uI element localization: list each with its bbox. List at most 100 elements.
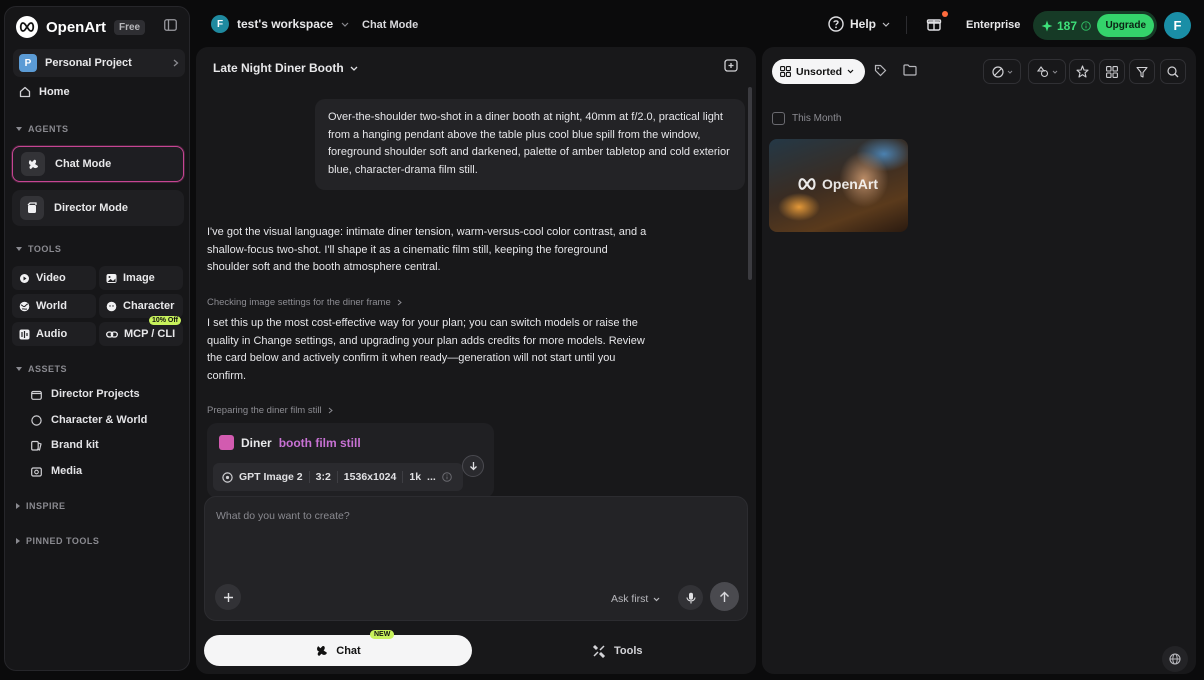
sidebar-item-home[interactable]: Home bbox=[19, 86, 70, 98]
home-icon bbox=[19, 86, 31, 98]
sidebar-item-director-projects[interactable]: Director Projects bbox=[31, 388, 140, 400]
tab-tools[interactable]: Tools bbox=[592, 644, 643, 658]
pinned-tools-section-header[interactable]: PINNED TOOLS bbox=[16, 536, 99, 546]
header-divider bbox=[906, 16, 907, 34]
sidebar: OpenArt Free P Personal Project Home AGE… bbox=[4, 6, 190, 671]
director-projects-label: Director Projects bbox=[51, 388, 140, 400]
filter-button[interactable] bbox=[1129, 59, 1155, 84]
chat-scrollbar[interactable] bbox=[748, 87, 752, 280]
tool-image-label: Image bbox=[123, 272, 155, 284]
tool-character[interactable]: Character bbox=[99, 294, 183, 318]
caret-right-icon bbox=[16, 503, 20, 509]
separator bbox=[308, 471, 310, 483]
shapes-icon bbox=[1036, 65, 1049, 78]
assets-heading: ASSETS bbox=[28, 364, 68, 374]
tool-mcp-cli[interactable]: MCP / CLI 10% Off bbox=[99, 316, 183, 346]
tool-world-label: World bbox=[36, 300, 67, 312]
chevron-right-icon bbox=[328, 407, 333, 414]
credits-pill[interactable]: 187 Upgrade bbox=[1033, 11, 1157, 40]
brand-kit-icon bbox=[31, 440, 42, 451]
microphone-icon[interactable] bbox=[678, 585, 703, 610]
sort-dropdown[interactable]: Unsorted bbox=[772, 59, 865, 84]
prompt-input[interactable]: What do you want to create? bbox=[216, 510, 350, 522]
breadcrumb: Chat Mode bbox=[362, 19, 419, 31]
grid-view-button[interactable] bbox=[1099, 59, 1125, 84]
sidebar-item-director-mode[interactable]: Director Mode bbox=[12, 190, 184, 226]
media-label: Media bbox=[51, 465, 83, 477]
user-avatar[interactable]: F bbox=[1164, 12, 1191, 39]
new-chat-icon[interactable] bbox=[724, 59, 738, 73]
sidebar-item-chat-mode[interactable]: Chat Mode bbox=[12, 146, 184, 182]
folder-icon[interactable] bbox=[903, 64, 917, 76]
tools-heading: TOOLS bbox=[28, 244, 62, 254]
brand-kit-label: Brand kit bbox=[51, 439, 99, 451]
step-indicator[interactable]: Preparing the diner film still bbox=[207, 405, 333, 416]
audio-icon bbox=[19, 329, 30, 340]
chat-title-dropdown[interactable]: Late Night Diner Booth bbox=[213, 61, 358, 75]
tag-icon[interactable] bbox=[874, 64, 887, 77]
step-indicator[interactable]: Checking image settings for the diner fr… bbox=[207, 297, 402, 308]
watermark-text: OpenArt bbox=[822, 176, 878, 192]
chat-mode-icon bbox=[315, 644, 329, 658]
select-all-checkbox[interactable] bbox=[772, 112, 785, 125]
chevron-down-icon bbox=[350, 66, 358, 71]
scroll-down-icon[interactable] bbox=[462, 455, 484, 477]
chevron-right-icon bbox=[173, 59, 179, 67]
director-mode-label: Director Mode bbox=[54, 202, 128, 214]
tool-audio[interactable]: Audio bbox=[12, 322, 96, 346]
chevron-down-icon bbox=[847, 69, 854, 74]
generation-card[interactable]: Diner booth film still GPT Image 2 3:2 15… bbox=[207, 423, 494, 498]
inspire-section-header[interactable]: INSPIRE bbox=[16, 501, 66, 511]
sidebar-item-media[interactable]: Media bbox=[31, 465, 82, 477]
openart-logo-icon bbox=[16, 16, 38, 38]
enterprise-link[interactable]: Enterprise bbox=[966, 19, 1020, 31]
add-attachment-button[interactable] bbox=[215, 584, 241, 610]
new-badge: NEW bbox=[370, 630, 395, 639]
agents-section-header[interactable]: AGENTS bbox=[16, 124, 69, 134]
caret-down-icon bbox=[16, 247, 22, 251]
tab-chat[interactable]: Chat NEW bbox=[204, 630, 472, 666]
ask-first-label: Ask first bbox=[611, 593, 649, 605]
project-label: Personal Project bbox=[45, 57, 132, 69]
chevron-down-icon bbox=[1007, 70, 1013, 74]
card-count: 1k bbox=[409, 471, 422, 483]
workspace-avatar: F bbox=[211, 15, 229, 33]
chevron-down-icon bbox=[341, 22, 349, 27]
brand[interactable]: OpenArt Free bbox=[16, 16, 146, 38]
card-settings[interactable]: GPT Image 2 3:2 1536x1024 1k ... bbox=[213, 463, 463, 491]
tool-video[interactable]: Video bbox=[12, 266, 96, 290]
filter-type-dropdown[interactable] bbox=[1028, 59, 1066, 84]
tool-image[interactable]: Image bbox=[99, 266, 183, 290]
ask-first-dropdown[interactable]: Ask first bbox=[611, 593, 660, 605]
tool-world[interactable]: World bbox=[12, 294, 96, 318]
sidebar-item-brand-kit[interactable]: Brand kit bbox=[31, 439, 99, 451]
circle-icon bbox=[31, 414, 42, 426]
send-arrow-icon[interactable] bbox=[710, 582, 739, 611]
card-title-part2: booth film still bbox=[278, 435, 361, 450]
help-button[interactable]: Help bbox=[828, 16, 890, 32]
thumbnail-watermark: OpenArt bbox=[796, 176, 878, 192]
inspire-heading: INSPIRE bbox=[26, 501, 66, 511]
gift-icon[interactable] bbox=[926, 16, 942, 32]
sidebar-item-character-world[interactable]: Character & World bbox=[31, 414, 147, 426]
user-message: Over-the-shoulder two-shot in a diner bo… bbox=[315, 99, 745, 190]
month-group-header[interactable]: This Month bbox=[772, 112, 841, 125]
sidebar-toggle-icon[interactable] bbox=[164, 19, 177, 31]
chat-mode-label: Chat Mode bbox=[55, 158, 112, 170]
project-avatar: P bbox=[19, 54, 37, 72]
upgrade-button[interactable]: Upgrade bbox=[1097, 14, 1154, 37]
favorites-button[interactable] bbox=[1069, 59, 1095, 84]
tools-section-header[interactable]: TOOLS bbox=[16, 244, 61, 254]
caret-down-icon bbox=[16, 127, 22, 131]
gallery-panel: Unsorted This Month OpenArt bbox=[762, 47, 1196, 674]
filter-visibility-dropdown[interactable] bbox=[983, 59, 1021, 84]
globe-icon[interactable] bbox=[1162, 646, 1188, 672]
gallery-thumbnail[interactable]: OpenArt bbox=[769, 139, 908, 232]
assets-section-header[interactable]: ASSETS bbox=[16, 364, 67, 374]
workspace-selector[interactable]: F test's workspace bbox=[211, 15, 349, 33]
search-button[interactable] bbox=[1160, 59, 1186, 84]
filter-icon bbox=[1136, 66, 1148, 78]
character-icon bbox=[106, 301, 117, 312]
project-selector[interactable]: P Personal Project bbox=[13, 49, 185, 77]
world-icon bbox=[19, 301, 30, 312]
